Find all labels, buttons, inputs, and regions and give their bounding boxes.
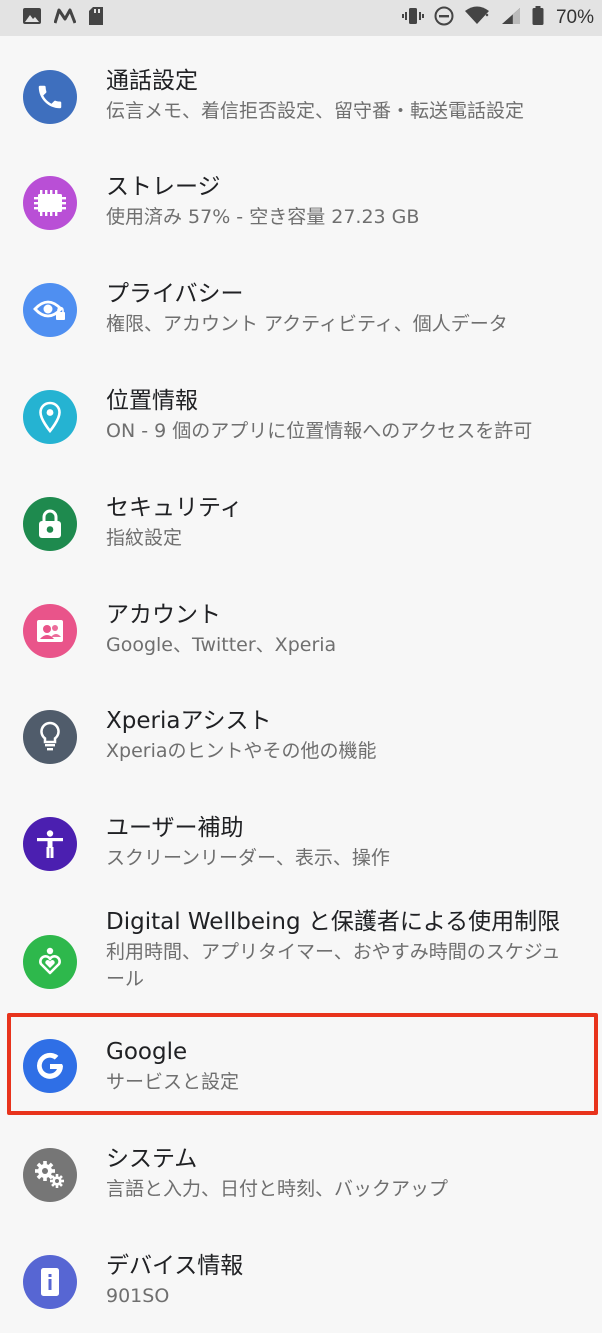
- settings-item-title: セキュリティ: [106, 495, 243, 521]
- settings-item-subtitle: Google、Twitter、Xperia: [106, 634, 337, 656]
- m-app-icon: [53, 8, 77, 28]
- sd-card-icon: [88, 6, 104, 30]
- settings-item-call[interactable]: 通話設定 伝言メモ、着信拒否設定、留守番・転送電話設定: [0, 52, 602, 142]
- vibrate-icon: [401, 6, 424, 30]
- settings-item-accounts[interactable]: アカウント Google、Twitter、Xperia: [0, 586, 602, 676]
- battery-icon: [532, 6, 544, 30]
- settings-item-subtitle: 権限、アカウント アクティビティ、個人データ: [106, 313, 508, 335]
- settings-item-subtitle: 901SO: [106, 1285, 170, 1307]
- status-bar: 70%: [0, 0, 602, 36]
- settings-item-subtitle: 指紋設定: [106, 527, 183, 549]
- settings-item-security[interactable]: セキュリティ 指紋設定: [0, 479, 602, 569]
- settings-item-title: アカウント: [106, 602, 221, 628]
- settings-item-xperia-assist[interactable]: Xperiaアシスト Xperiaのヒントやその他の機能: [0, 692, 602, 782]
- settings-item-subtitle: ON - 9 個のアプリに位置情報へのアクセスを許可: [106, 420, 533, 442]
- settings-item-google[interactable]: Google サービスと設定: [0, 1023, 602, 1113]
- battery-percentage: 70%: [555, 7, 594, 28]
- device-info-icon: [23, 1255, 77, 1309]
- settings-item-title: デバイス情報: [106, 1253, 244, 1279]
- settings-item-about[interactable]: デバイス情報 901SO: [0, 1237, 602, 1327]
- storage-icon: [23, 176, 77, 230]
- settings-item-system[interactable]: システム 言語と入力、日付と時刻、バックアップ: [0, 1130, 602, 1220]
- settings-item-title: Digital Wellbeing と保護者による使用制限: [106, 909, 561, 935]
- settings-item-accessibility[interactable]: ユーザー補助 スクリーンリーダー、表示、操作: [0, 799, 602, 889]
- accessibility-icon: [23, 817, 77, 871]
- location-pin-icon: [23, 390, 77, 444]
- settings-item-subtitle: 言語と入力、日付と時刻、バックアップ: [106, 1178, 449, 1200]
- settings-item-subtitle: 使用済み 57% - 空き容量 27.23 GB: [106, 206, 420, 228]
- accounts-icon: [23, 604, 77, 658]
- wifi-icon: [464, 6, 490, 30]
- settings-item-title: システム: [106, 1146, 198, 1172]
- settings-item-digital-wellbeing[interactable]: Digital Wellbeing と保護者による使用制限 利用時間、アプリタイ…: [0, 905, 602, 1015]
- do-not-disturb-icon: [434, 6, 454, 30]
- privacy-eye-icon: [23, 283, 77, 337]
- settings-item-location[interactable]: 位置情報 ON - 9 個のアプリに位置情報へのアクセスを許可: [0, 372, 602, 462]
- signal-icon: [500, 6, 522, 30]
- lightbulb-icon: [23, 710, 77, 764]
- status-right-icons: 70%: [401, 6, 594, 30]
- settings-item-title: 通話設定: [106, 68, 198, 94]
- settings-item-subtitle: Xperiaのヒントやその他の機能: [106, 740, 377, 762]
- settings-item-title: Xperiaアシスト: [106, 708, 272, 734]
- status-left-icons: [22, 6, 104, 30]
- settings-item-title: ユーザー補助: [106, 815, 244, 841]
- settings-item-subtitle: 利用時間、アプリタイマー、おやすみ時間のスケジュール: [106, 941, 561, 990]
- settings-item-title: 位置情報: [106, 388, 198, 414]
- settings-item-title: ストレージ: [106, 174, 221, 200]
- settings-item-subtitle: スクリーンリーダー、表示、操作: [106, 847, 390, 869]
- settings-item-subtitle: サービスと設定: [106, 1071, 240, 1093]
- wellbeing-icon: [23, 935, 77, 989]
- settings-item-subtitle: 伝言メモ、着信拒否設定、留守番・転送電話設定: [106, 100, 525, 122]
- gallery-icon: [22, 7, 42, 29]
- settings-item-title: プライバシー: [106, 281, 244, 307]
- gears-icon: [23, 1148, 77, 1202]
- settings-item-privacy[interactable]: プライバシー 権限、アカウント アクティビティ、個人データ: [0, 265, 602, 355]
- settings-item-title: Google: [106, 1039, 188, 1065]
- phone-icon: [23, 70, 77, 124]
- google-g-icon: [23, 1039, 77, 1093]
- lock-icon: [23, 497, 77, 551]
- settings-item-storage[interactable]: ストレージ 使用済み 57% - 空き容量 27.23 GB: [0, 158, 602, 248]
